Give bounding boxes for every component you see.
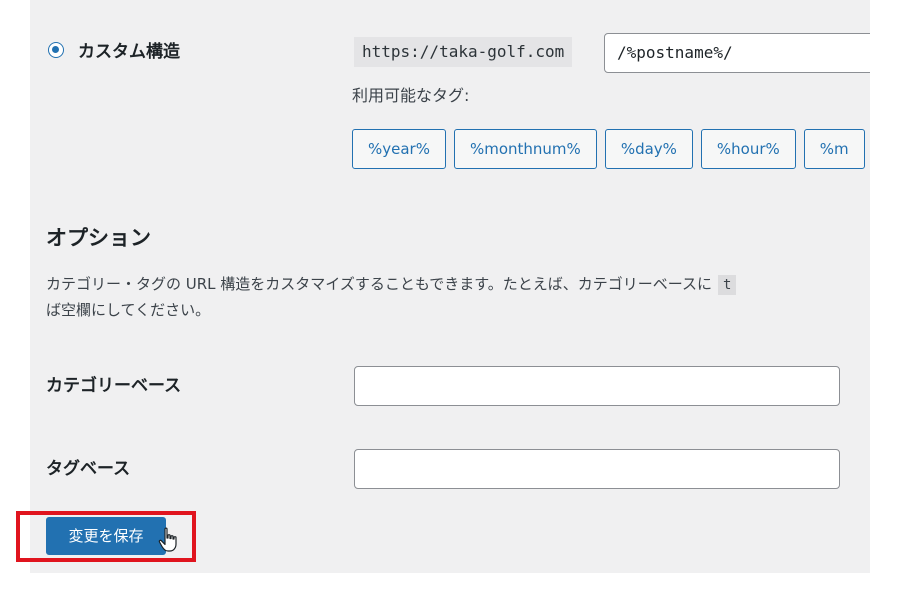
options-heading: オプション [46, 226, 151, 250]
tag-button-day[interactable]: %day% [604, 129, 693, 169]
category-base-label: カテゴリーベース [46, 376, 182, 396]
tag-button-year[interactable]: %year% [352, 129, 446, 169]
category-base-input[interactable] [354, 366, 840, 406]
save-changes-button[interactable]: 変更を保存 [46, 517, 166, 555]
options-description-line2: ば空欄にしてください。 [46, 301, 211, 319]
tag-base-label: タグベース [46, 459, 131, 479]
tag-button-monthnum[interactable]: %monthnum% [453, 129, 597, 169]
url-prefix: https://taka-golf.com [354, 37, 573, 67]
custom-structure-radio[interactable] [48, 42, 64, 58]
options-description-code: t [718, 275, 737, 295]
tag-button-hour[interactable]: %hour% [700, 129, 796, 169]
custom-structure-label: カスタム構造 [78, 42, 180, 62]
available-tags-label: 利用可能なタグ: [352, 86, 470, 105]
permalink-settings-panel: カスタム構造 https://taka-golf.com /%postname%… [30, 0, 870, 573]
tag-base-input[interactable] [354, 449, 840, 489]
options-description: カテゴリー・タグの URL 構造をカスタマイズすることもできます。たとえば、カテ… [46, 272, 870, 323]
options-description-line1: カテゴリー・タグの URL 構造をカスタマイズすることもできます。たとえば、カテ… [46, 275, 712, 293]
available-tags-list: %year% %monthnum% %day% %hour% %m [352, 129, 865, 169]
tag-button-minute[interactable]: %m [803, 129, 865, 169]
hand-pointer-icon [158, 527, 177, 552]
custom-structure-input[interactable]: /%postname%/ [604, 33, 870, 73]
